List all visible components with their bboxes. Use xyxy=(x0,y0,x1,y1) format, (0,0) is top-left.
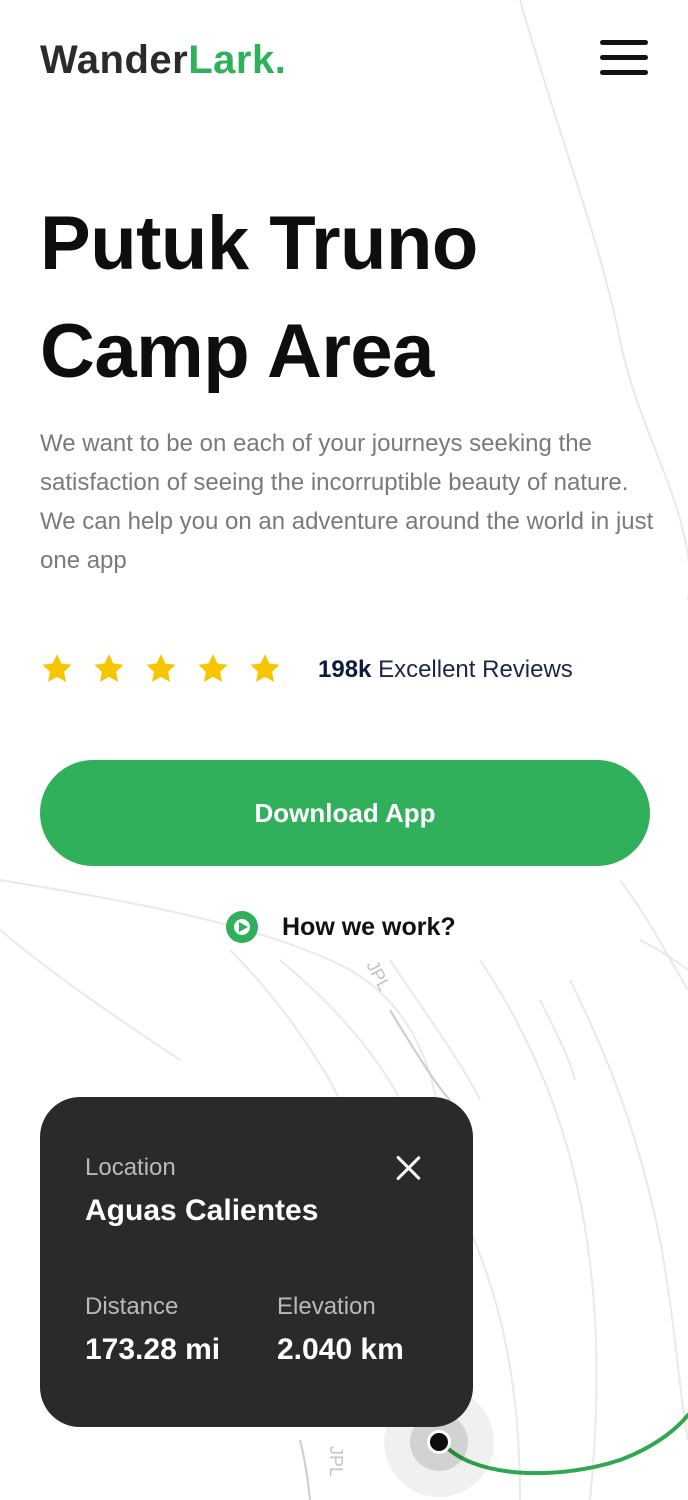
location-value: Aguas Calientes xyxy=(85,1194,319,1227)
location-label: Location xyxy=(85,1154,176,1181)
contour-line-dark xyxy=(298,1439,312,1500)
contour-line xyxy=(619,879,688,991)
map-pin-icon[interactable] xyxy=(427,1430,451,1454)
rating-row: 198k Excellent Reviews xyxy=(40,648,660,692)
reviews-text: 198k Excellent Reviews xyxy=(318,655,573,685)
contour-line xyxy=(0,929,181,1061)
download-app-label: Download App xyxy=(254,797,436,828)
distance-value: 173.28 mi xyxy=(85,1333,221,1366)
elevation-value: 2.040 km xyxy=(277,1333,404,1366)
contour-line xyxy=(569,979,688,1441)
contour-label-top: JPL xyxy=(362,957,394,994)
contour-line xyxy=(539,999,576,1081)
distance-label: Distance xyxy=(85,1293,179,1320)
brand-logo-part2: Lark. xyxy=(188,38,287,82)
menu-bar xyxy=(600,55,648,60)
star-icon xyxy=(198,654,228,682)
site-header: WanderLark. xyxy=(40,38,648,86)
star-icon xyxy=(42,654,72,682)
contour-line xyxy=(479,959,598,1500)
contour-label-bottom: JPL xyxy=(326,1446,346,1477)
star-icon xyxy=(94,654,124,682)
reviews-count: 198k xyxy=(318,656,372,683)
landing-page: JPL JPL WanderLark. Putuk Truno Camp Are… xyxy=(0,0,688,1500)
reviews-label: Excellent Reviews xyxy=(378,656,573,683)
brand-logo-part1: Wander xyxy=(40,38,189,82)
contour-line xyxy=(639,939,688,971)
play-circle-icon xyxy=(226,911,258,943)
how-we-work-link[interactable]: How we work? xyxy=(226,908,456,946)
star-icon xyxy=(250,654,280,682)
star-icon xyxy=(146,654,176,682)
location-card: Location Aguas Calientes Distance 173.28… xyxy=(40,1097,473,1427)
contour-line xyxy=(389,959,481,1101)
menu-bar xyxy=(600,70,648,75)
contour-line-dark xyxy=(389,1009,451,1101)
download-app-button[interactable]: Download App xyxy=(40,760,650,866)
menu-bar xyxy=(600,40,648,45)
page-title: Putuk Truno Camp Area xyxy=(40,201,478,394)
contour-line xyxy=(229,949,341,1101)
hamburger-menu-icon[interactable] xyxy=(600,40,648,78)
brand-logo[interactable]: WanderLark. xyxy=(40,38,286,82)
close-icon[interactable] xyxy=(394,1154,422,1182)
hero-description: We want to be on each of your journeys s… xyxy=(40,430,654,574)
elevation-label: Elevation xyxy=(277,1293,376,1320)
how-we-work-label: How we work? xyxy=(282,912,456,941)
